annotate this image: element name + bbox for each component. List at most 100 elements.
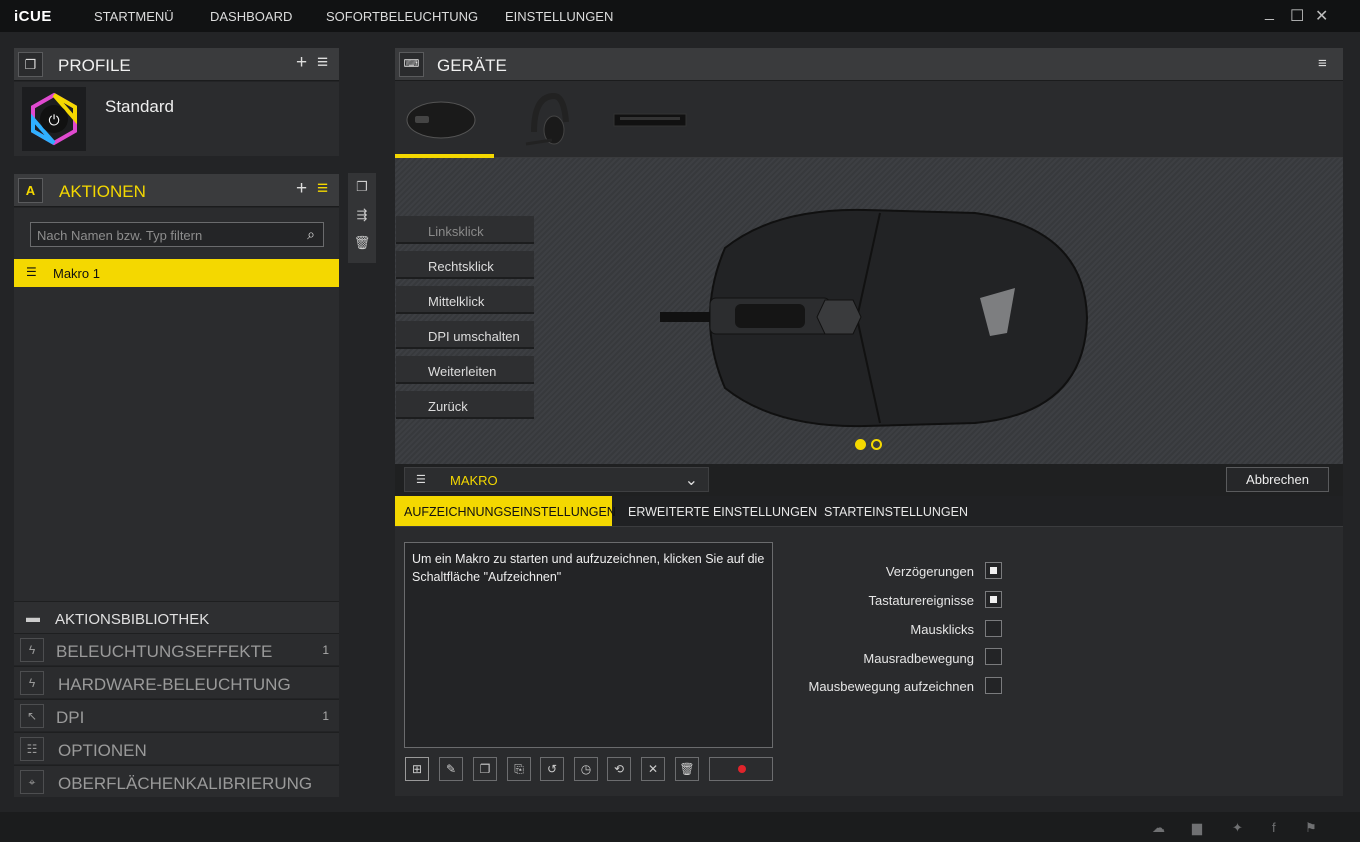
device-tab-headset[interactable] (512, 82, 592, 158)
tab-start-settings[interactable]: STARTEINSTELLUNGEN (824, 496, 968, 526)
library-label: HARDWARE-BELEUCHTUNG (58, 675, 291, 694)
cursor-icon: ↖ (20, 704, 44, 728)
profile-name: Standard (105, 97, 174, 116)
devices-menu-icon[interactable]: ≡ (1318, 55, 1327, 72)
action-type-select[interactable]: ☰ MAKRO ⌄ (404, 467, 709, 492)
option-label-mouse-movement: Mausbewegung aufzeichnen (808, 679, 974, 694)
app-logo: iCUE (14, 8, 52, 25)
delay-icon[interactable]: ◷ (574, 757, 598, 781)
delete-icon[interactable]: 🗑 (348, 229, 376, 257)
keyboard-device-icon (613, 113, 687, 127)
remove-icon[interactable]: ✕ (641, 757, 665, 781)
chevron-down-icon: ⌄ (684, 472, 698, 489)
device-tab-mouse[interactable] (395, 82, 494, 158)
list-item-macro[interactable]: ☰ Makro 1 (14, 259, 339, 287)
twitter-icon[interactable]: ✦ (1232, 820, 1243, 836)
lightning-icon: ϟ (20, 671, 44, 695)
export-icon[interactable]: ⇶ (348, 201, 376, 229)
tab-recording-settings[interactable]: AUFZEICHNUNGSEINSTELLUNGEN (395, 496, 616, 526)
record-button[interactable] (709, 757, 773, 781)
title-bar: iCUE STARTMENÜ DASHBOARD SOFORTBELEUCHTU… (0, 0, 1360, 32)
option-label-scroll-wheel: Mausradbewegung (863, 651, 974, 666)
library-row-surface-calibration[interactable]: ⌖ OBERFLÄCHENKALIBRIERUNG (14, 765, 339, 797)
minimize-icon[interactable]: _ (1265, 4, 1274, 22)
maximize-icon[interactable]: ☐ (1290, 6, 1304, 26)
actions-header: A AKTIONEN + ≡ (14, 174, 339, 207)
actions-title: AKTIONEN (59, 182, 146, 201)
edit-icon[interactable]: ✎ (439, 757, 463, 781)
insert-event-icon[interactable]: ⊞ (405, 757, 429, 781)
checkbox-mouse-clicks[interactable] (985, 620, 1002, 637)
checkbox-keyboard-events[interactable] (985, 591, 1002, 608)
mouse-button-weiterleiten[interactable]: Weiterleiten (396, 356, 534, 384)
profile-menu-icon[interactable]: ≡ (317, 52, 328, 74)
library-row-aktionsbibliothek[interactable]: ▬ AKTIONSBIBLIOTHEK (14, 601, 339, 633)
chat-icon[interactable]: ▆ (1192, 820, 1202, 836)
option-label-keyboard-events: Tastaturereignisse (868, 593, 975, 608)
mouse-image (660, 208, 1089, 428)
action-toolbar: ❐ ⇶ 🗑 (348, 173, 376, 263)
option-label-mouse-clicks: Mausklicks (910, 622, 974, 637)
device-tab-keyboard[interactable] (610, 82, 690, 158)
macro-tabs: AUFZEICHNUNGSEINSTELLUNGEN ERWEITERTE EI… (395, 496, 1343, 527)
library-row-hardware-lighting[interactable]: ϟ HARDWARE-BELEUCHTUNG (14, 666, 339, 698)
profile-card[interactable]: ⏻ Standard (14, 82, 339, 156)
profile-avatar: ⏻ (22, 87, 86, 151)
nav-dashboard[interactable]: DASHBOARD (210, 9, 292, 24)
mouse-button-rechtsklick[interactable]: Rechtsklick (396, 251, 534, 279)
copy-icon[interactable]: ❐ (348, 173, 376, 201)
cancel-button[interactable]: Abbrechen (1226, 467, 1329, 492)
page-dot-2[interactable] (871, 439, 882, 450)
nav-settings[interactable]: EINSTELLUNGEN (505, 9, 613, 24)
support-icon[interactable]: ☁ (1152, 820, 1165, 836)
add-action-icon[interactable]: + (296, 178, 307, 200)
library-row-dpi[interactable]: ↖ DPI 1 (14, 699, 339, 731)
library-row-lighting-effects[interactable]: ϟ BELEUCHTUNGSEFFEKTE 1 (14, 633, 339, 665)
paste-icon[interactable]: ⎘ (507, 757, 531, 781)
mouse-button-mittelklick[interactable]: Mittelklick (396, 286, 534, 314)
icue-profile-icon: ⏻ (31, 92, 77, 146)
actions-icon: A (18, 178, 43, 203)
close-icon[interactable]: ✕ (1315, 6, 1328, 26)
undo-icon[interactable]: ↺ (540, 757, 564, 781)
mouse-button-dpi[interactable]: DPI umschalten (396, 321, 534, 349)
history-icon[interactable]: ⟲ (607, 757, 631, 781)
nav-instant-lighting[interactable]: SOFORTBELEUCHTUNG (326, 9, 478, 24)
folder-icon: ▬ (26, 609, 40, 625)
macro-event-list[interactable]: Um ein Makro zu starten und aufzuzeichne… (404, 542, 773, 748)
device-preview (395, 158, 1343, 464)
devices-header: ⌨ GERÄTE ≡ (395, 48, 1343, 81)
nav-startmenu[interactable]: STARTMENÜ (94, 9, 174, 24)
corsair-icon[interactable]: ⚑ (1305, 820, 1317, 836)
devices-title: GERÄTE (437, 56, 507, 75)
trash-icon[interactable]: 🗑 (675, 757, 699, 781)
copy-icon[interactable]: ❐ (473, 757, 497, 781)
library-row-options[interactable]: ☷ OPTIONEN (14, 732, 339, 764)
action-search-input[interactable]: Nach Namen bzw. Typ filtern ⌕ (30, 222, 324, 247)
mouse-button-zurueck[interactable]: Zurück (396, 391, 534, 419)
profile-icon: ❐ (18, 52, 43, 77)
add-profile-icon[interactable]: + (296, 52, 307, 74)
macro-type-icon: ☰ (416, 474, 426, 486)
profile-header: ❐ PROFILE + ≡ (14, 48, 339, 81)
actions-menu-icon[interactable]: ≡ (317, 178, 328, 200)
checkbox-scroll-wheel[interactable] (985, 648, 1002, 665)
checkbox-mouse-movement[interactable] (985, 677, 1002, 694)
option-label-delays: Verzögerungen (885, 564, 974, 579)
search-icon[interactable]: ⌕ (307, 226, 315, 243)
target-icon: ⌖ (20, 770, 44, 794)
mouse-icon (406, 101, 476, 139)
checkbox-delays[interactable] (985, 562, 1002, 579)
macro-hint-text: Um ein Makro zu starten und aufzuzeichne… (412, 552, 765, 584)
facebook-icon[interactable]: f (1272, 820, 1276, 835)
action-type-value: MAKRO (450, 473, 498, 488)
library-count: 1 (322, 643, 329, 657)
macro-list-icon: ☰ (26, 265, 37, 279)
keyboard-icon: ⌨ (399, 52, 424, 77)
tab-advanced-settings[interactable]: ERWEITERTE EINSTELLUNGEN (628, 496, 817, 526)
mouse-button-linksklick[interactable]: Linksklick (396, 216, 534, 244)
profile-title: PROFILE (58, 56, 131, 75)
page-dot-1[interactable] (855, 439, 866, 450)
library-label: BELEUCHTUNGSEFFEKTE (56, 642, 273, 661)
search-placeholder: Nach Namen bzw. Typ filtern (37, 228, 203, 243)
